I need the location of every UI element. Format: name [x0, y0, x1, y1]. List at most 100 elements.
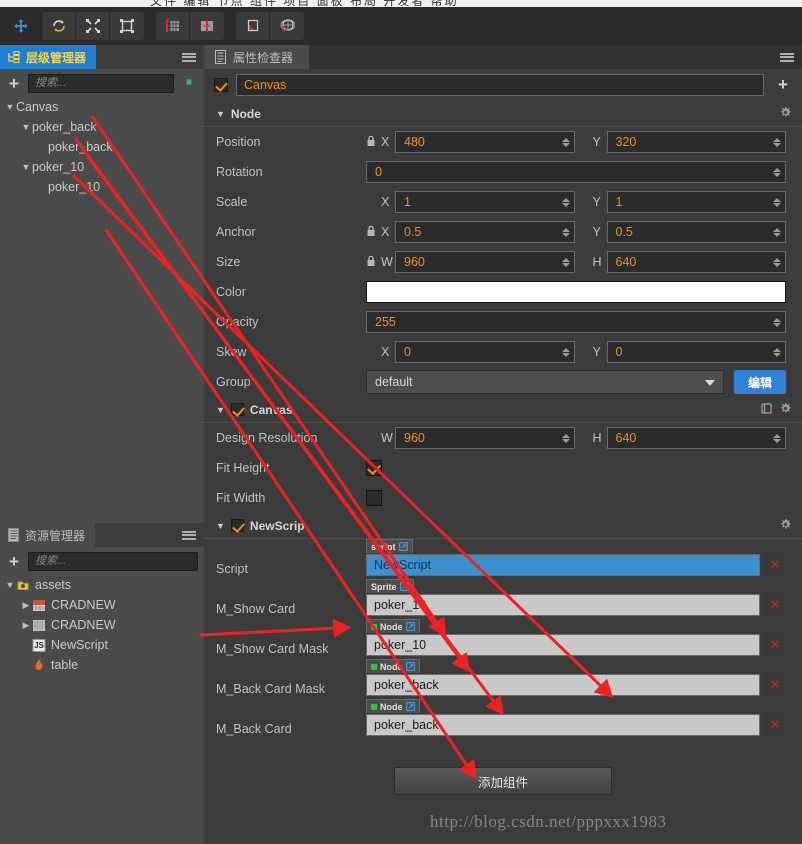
- reference-value-field[interactable]: poker_10: [366, 594, 760, 616]
- disclosure-triangle-icon[interactable]: ▼: [4, 580, 16, 590]
- stepper[interactable]: [560, 193, 572, 211]
- reference-value-field[interactable]: NewScript: [366, 554, 760, 576]
- clear-reference-button[interactable]: ✕: [764, 554, 786, 576]
- clear-reference-button[interactable]: ✕: [764, 634, 786, 656]
- property-input-y[interactable]: 640: [606, 251, 786, 273]
- group-select[interactable]: default: [366, 370, 724, 394]
- disclosure-triangle-icon[interactable]: ▶: [20, 600, 32, 611]
- clear-reference-button[interactable]: ✕: [764, 714, 786, 736]
- asset-node-CRADNEW-1[interactable]: ▶ CRADNEW: [0, 595, 204, 615]
- property-input[interactable]: 255: [366, 311, 786, 333]
- tab-hierarchy[interactable]: 层级管理器: [0, 45, 97, 69]
- gear-icon[interactable]: [779, 106, 792, 122]
- stepper[interactable]: [771, 133, 783, 151]
- scale-tool-button[interactable]: [76, 12, 110, 40]
- property-input[interactable]: 0: [366, 161, 786, 183]
- property-input-x[interactable]: 960: [395, 251, 575, 273]
- inspector-menu-button[interactable]: [780, 45, 794, 69]
- stepper[interactable]: [560, 133, 572, 151]
- stepper[interactable]: [771, 313, 783, 331]
- tab-assets[interactable]: 资源管理器: [0, 523, 96, 547]
- hierarchy-node-poker-back-2[interactable]: ▸poker_back: [0, 137, 204, 157]
- stepper[interactable]: [771, 429, 783, 447]
- section-collapse-triangle-icon[interactable]: ▼: [216, 405, 225, 415]
- asset-node-NewScript-3[interactable]: ▸JS NewScript: [0, 635, 204, 655]
- help-doc-icon[interactable]: [760, 402, 773, 418]
- hierarchy-node-Canvas-0[interactable]: ▼ Canvas: [0, 97, 204, 117]
- stepper[interactable]: [560, 343, 572, 361]
- gear-icon[interactable]: [779, 518, 792, 534]
- clear-reference-button[interactable]: ✕: [764, 674, 786, 696]
- global-coord-toggle-button[interactable]: [270, 12, 304, 40]
- section-header-node[interactable]: ▼ Node: [204, 101, 802, 127]
- inspector-add-button[interactable]: +: [772, 75, 794, 95]
- stepper[interactable]: [771, 193, 783, 211]
- hierarchy-add-button[interactable]: +: [6, 75, 22, 92]
- hierarchy-node-poker-10-4[interactable]: ▸poker_10: [0, 177, 204, 197]
- node-name-input[interactable]: Canvas: [236, 74, 764, 96]
- assets-add-button[interactable]: +: [6, 553, 22, 570]
- open-external-icon[interactable]: [399, 582, 409, 591]
- add-component-button[interactable]: 添加组件: [394, 767, 612, 795]
- pivot-toggle-button[interactable]: [156, 12, 190, 40]
- rotate-tool-button[interactable]: [42, 12, 76, 40]
- menu-bar-strip[interactable]: 文件 编辑 节点 组件 项目 面板 布局 开发者 帮助: [0, 0, 802, 7]
- stepper[interactable]: [771, 163, 783, 181]
- rect-tool-button[interactable]: [110, 12, 144, 40]
- lock-icon[interactable]: [366, 135, 378, 150]
- tab-inspector[interactable]: 属性检查器: [204, 45, 310, 69]
- hierarchy-search-input[interactable]: 搜索...: [28, 73, 174, 93]
- property-input-x[interactable]: 960: [395, 427, 575, 449]
- property-input-y[interactable]: 1: [606, 191, 786, 213]
- clear-reference-button[interactable]: ✕: [764, 594, 786, 616]
- property-input-x[interactable]: 1: [395, 191, 575, 213]
- hierarchy-node-poker-back-1[interactable]: ▼ poker_back: [0, 117, 204, 137]
- move-tool-button[interactable]: [4, 12, 38, 40]
- reference-value-field[interactable]: poker_back: [366, 714, 760, 736]
- section-enabled-checkbox[interactable]: [230, 403, 244, 416]
- section-enabled-checkbox[interactable]: [230, 519, 244, 532]
- lock-icon[interactable]: [366, 225, 378, 240]
- disclosure-triangle-icon[interactable]: ▶: [20, 620, 32, 631]
- asset-node-CRADNEW-2[interactable]: ▶ CRADNEW: [0, 615, 204, 635]
- property-checkbox[interactable]: [366, 490, 382, 506]
- property-input-x[interactable]: 480: [395, 131, 575, 153]
- property-input-x[interactable]: 0: [395, 341, 575, 363]
- link-chain-icon[interactable]: [180, 75, 198, 92]
- stepper[interactable]: [560, 429, 572, 447]
- lock-icon[interactable]: [366, 255, 378, 270]
- assets-search-input[interactable]: 搜索...: [28, 551, 198, 571]
- asset-node-assets-0[interactable]: ▼ assets: [0, 575, 204, 595]
- stepper[interactable]: [771, 223, 783, 241]
- assets-menu-button[interactable]: [182, 523, 196, 547]
- gear-icon[interactable]: [779, 402, 792, 418]
- stepper[interactable]: [560, 253, 572, 271]
- open-external-icon[interactable]: [405, 702, 415, 711]
- property-input-y[interactable]: 640: [606, 427, 786, 449]
- disclosure-triangle-icon[interactable]: ▼: [20, 162, 32, 172]
- open-external-icon[interactable]: [405, 622, 415, 631]
- disclosure-triangle-icon[interactable]: ▼: [4, 102, 16, 112]
- stepper[interactable]: [560, 223, 572, 241]
- property-checkbox[interactable]: [366, 460, 382, 476]
- color-swatch-button[interactable]: [366, 281, 786, 303]
- property-input-y[interactable]: 320: [606, 131, 786, 153]
- reference-value-field[interactable]: poker_10: [366, 634, 760, 656]
- open-external-icon[interactable]: [398, 542, 408, 551]
- hierarchy-node-poker-10-3[interactable]: ▼ poker_10: [0, 157, 204, 177]
- property-input-x[interactable]: 0.5: [395, 221, 575, 243]
- section-collapse-triangle-icon[interactable]: ▼: [216, 109, 225, 119]
- disclosure-triangle-icon[interactable]: ▼: [20, 122, 32, 132]
- stepper[interactable]: [771, 343, 783, 361]
- hierarchy-menu-button[interactable]: [182, 45, 196, 69]
- section-header-newscrip[interactable]: ▼ NewScrip: [204, 513, 802, 539]
- edit-group-button[interactable]: 编辑: [734, 370, 786, 394]
- reference-value-field[interactable]: poker_back: [366, 674, 760, 696]
- property-input-y[interactable]: 0: [606, 341, 786, 363]
- asset-node-table-4[interactable]: ▸ table: [0, 655, 204, 675]
- stepper[interactable]: [771, 253, 783, 271]
- section-header-canvas[interactable]: ▼ Canvas: [204, 397, 802, 423]
- open-external-icon[interactable]: [405, 662, 415, 671]
- section-collapse-triangle-icon[interactable]: ▼: [216, 521, 225, 531]
- property-input-y[interactable]: 0.5: [606, 221, 786, 243]
